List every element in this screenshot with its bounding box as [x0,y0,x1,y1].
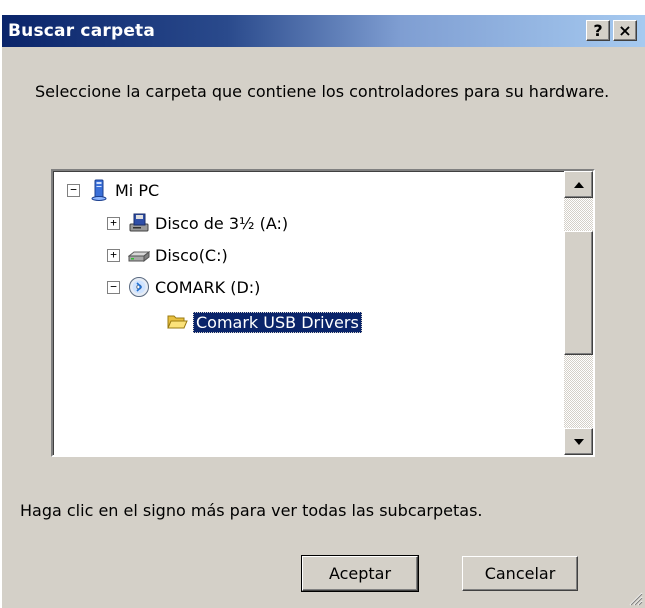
close-icon: × [618,21,632,40]
expand-toggle[interactable]: + [107,216,120,230]
tree-item-label: Disco de 3½ (A:) [155,213,289,233]
expand-toggle[interactable]: + [107,248,120,262]
vertical-scrollbar[interactable] [564,171,593,455]
tree-item-label: COMARK (D:) [155,277,261,297]
tree-item-floppy[interactable]: + Disco de 3½ (A:) [107,211,288,235]
browse-folder-dialog: Buscar carpeta ? × Seleccione la carpeta… [0,14,645,608]
cancel-button[interactable]: Cancelar [462,556,578,591]
selected-folder-label: Comark USB Drivers [193,311,362,333]
my-computer-icon [91,179,107,201]
close-button[interactable]: × [613,20,637,41]
scroll-up-button[interactable] [564,171,593,198]
hard-drive-icon [128,250,150,263]
help-icon: ? [593,21,603,40]
ok-button[interactable]: Aceptar [301,555,419,592]
title-bar[interactable]: Buscar carpeta ? × [2,15,645,47]
hint-text: Haga clic en el signo más para ver todas… [20,501,483,520]
dialog-title: Buscar carpeta [8,21,156,41]
tree-item-comark-usb-drivers[interactable]: Comark USB Drivers [166,310,362,334]
floppy-drive-icon [129,213,149,232]
tree-item-my-computer[interactable]: − Mi PC [67,178,159,202]
folder-open-icon [167,315,188,329]
scroll-down-button[interactable] [564,428,593,455]
tree-item-cd-d[interactable]: − COMARK (D:) [107,275,260,299]
cd-drive-icon [129,277,149,297]
tree-item-label: Disco(C:) [155,245,228,265]
resize-grip-icon[interactable] [625,588,643,606]
help-button[interactable]: ? [586,20,610,41]
instruction-text: Seleccione la carpeta que contiene los c… [35,82,610,101]
collapse-toggle[interactable]: − [67,183,80,197]
arrow-down-icon [573,438,584,445]
tree-item-disk-c[interactable]: + Disco(C:) [107,243,228,267]
tree-item-label: Mi PC [115,180,160,200]
arrow-up-icon [573,181,584,188]
collapse-toggle[interactable]: − [107,280,120,294]
folder-tree[interactable]: − Mi PC + Disco de 3½ (A:) + Disco(C:) −… [51,169,595,457]
scroll-thumb[interactable] [564,231,593,355]
